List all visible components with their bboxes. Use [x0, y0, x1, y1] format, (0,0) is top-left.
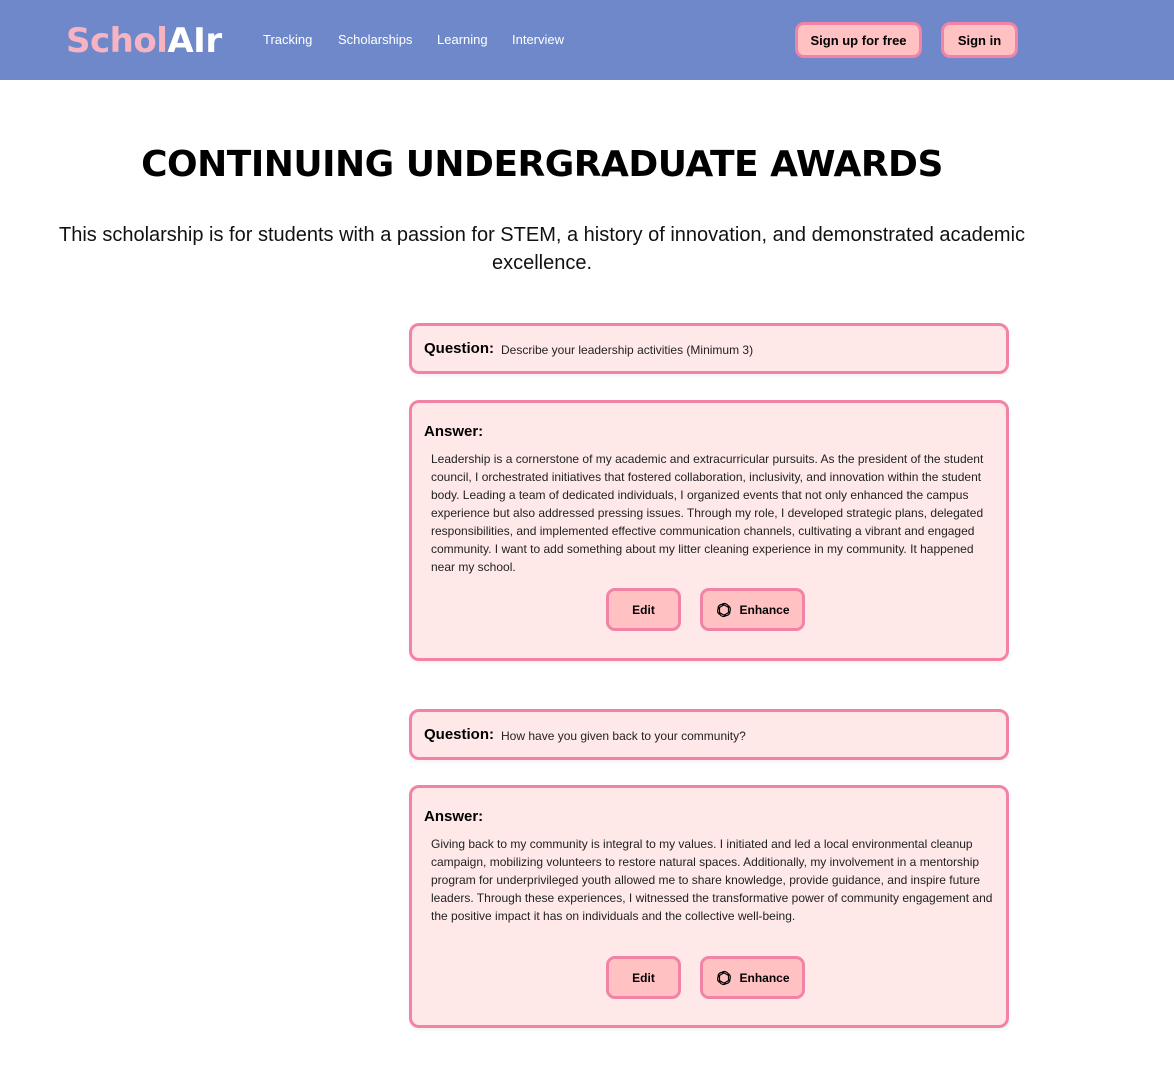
sign-up-button[interactable]: Sign up for free: [795, 22, 922, 58]
nav-link-interview[interactable]: Interview: [512, 31, 564, 49]
page-title: CONTINUING UNDERGRADUATE AWARDS: [141, 144, 943, 185]
nav-link-learning[interactable]: Learning: [437, 31, 488, 49]
answer-label: Answer:: [424, 423, 484, 440]
edit-button[interactable]: Edit: [606, 956, 681, 999]
logo-text-part2: AIr: [167, 21, 222, 61]
question-text: How have you given back to your communit…: [501, 729, 746, 743]
logo[interactable]: ScholAIr: [66, 20, 222, 62]
answer-label: Answer:: [424, 808, 484, 825]
question-label: Question:: [424, 726, 494, 743]
enhance-button[interactable]: Enhance: [700, 956, 805, 999]
edit-button-label: Edit: [632, 602, 655, 617]
question-label: Question:: [424, 340, 494, 357]
edit-button[interactable]: Edit: [606, 588, 681, 631]
nav-link-scholarships[interactable]: Scholarships: [338, 31, 412, 49]
question-text: Describe your leadership activities (Min…: [501, 343, 754, 357]
logo-text-part1: Schol: [66, 21, 168, 61]
enhance-button-label: Enhance: [739, 970, 790, 985]
answer-card: Answer: Giving back to my community is i…: [409, 785, 1009, 1028]
top-navbar: ScholAIr Tracking Scholarships Learning …: [0, 0, 1174, 80]
answer-card: Answer: Leadership is a cornerstone of m…: [409, 400, 1009, 661]
sign-in-button[interactable]: Sign in: [941, 22, 1018, 58]
nav-link-tracking[interactable]: Tracking: [263, 31, 312, 49]
question-card: Question: Describe your leadership activ…: [409, 323, 1009, 374]
enhance-button-label: Enhance: [739, 602, 790, 617]
edit-button-label: Edit: [632, 970, 655, 985]
openai-icon: [715, 969, 733, 987]
question-card: Question: How have you given back to you…: [409, 709, 1009, 760]
openai-icon: [715, 601, 733, 619]
scholarship-description: This scholarship is for students with a …: [58, 224, 1026, 274]
answer-text: Giving back to my community is integral …: [431, 837, 993, 923]
enhance-button[interactable]: Enhance: [700, 588, 805, 631]
answer-text: Leadership is a cornerstone of my academ…: [431, 452, 984, 574]
